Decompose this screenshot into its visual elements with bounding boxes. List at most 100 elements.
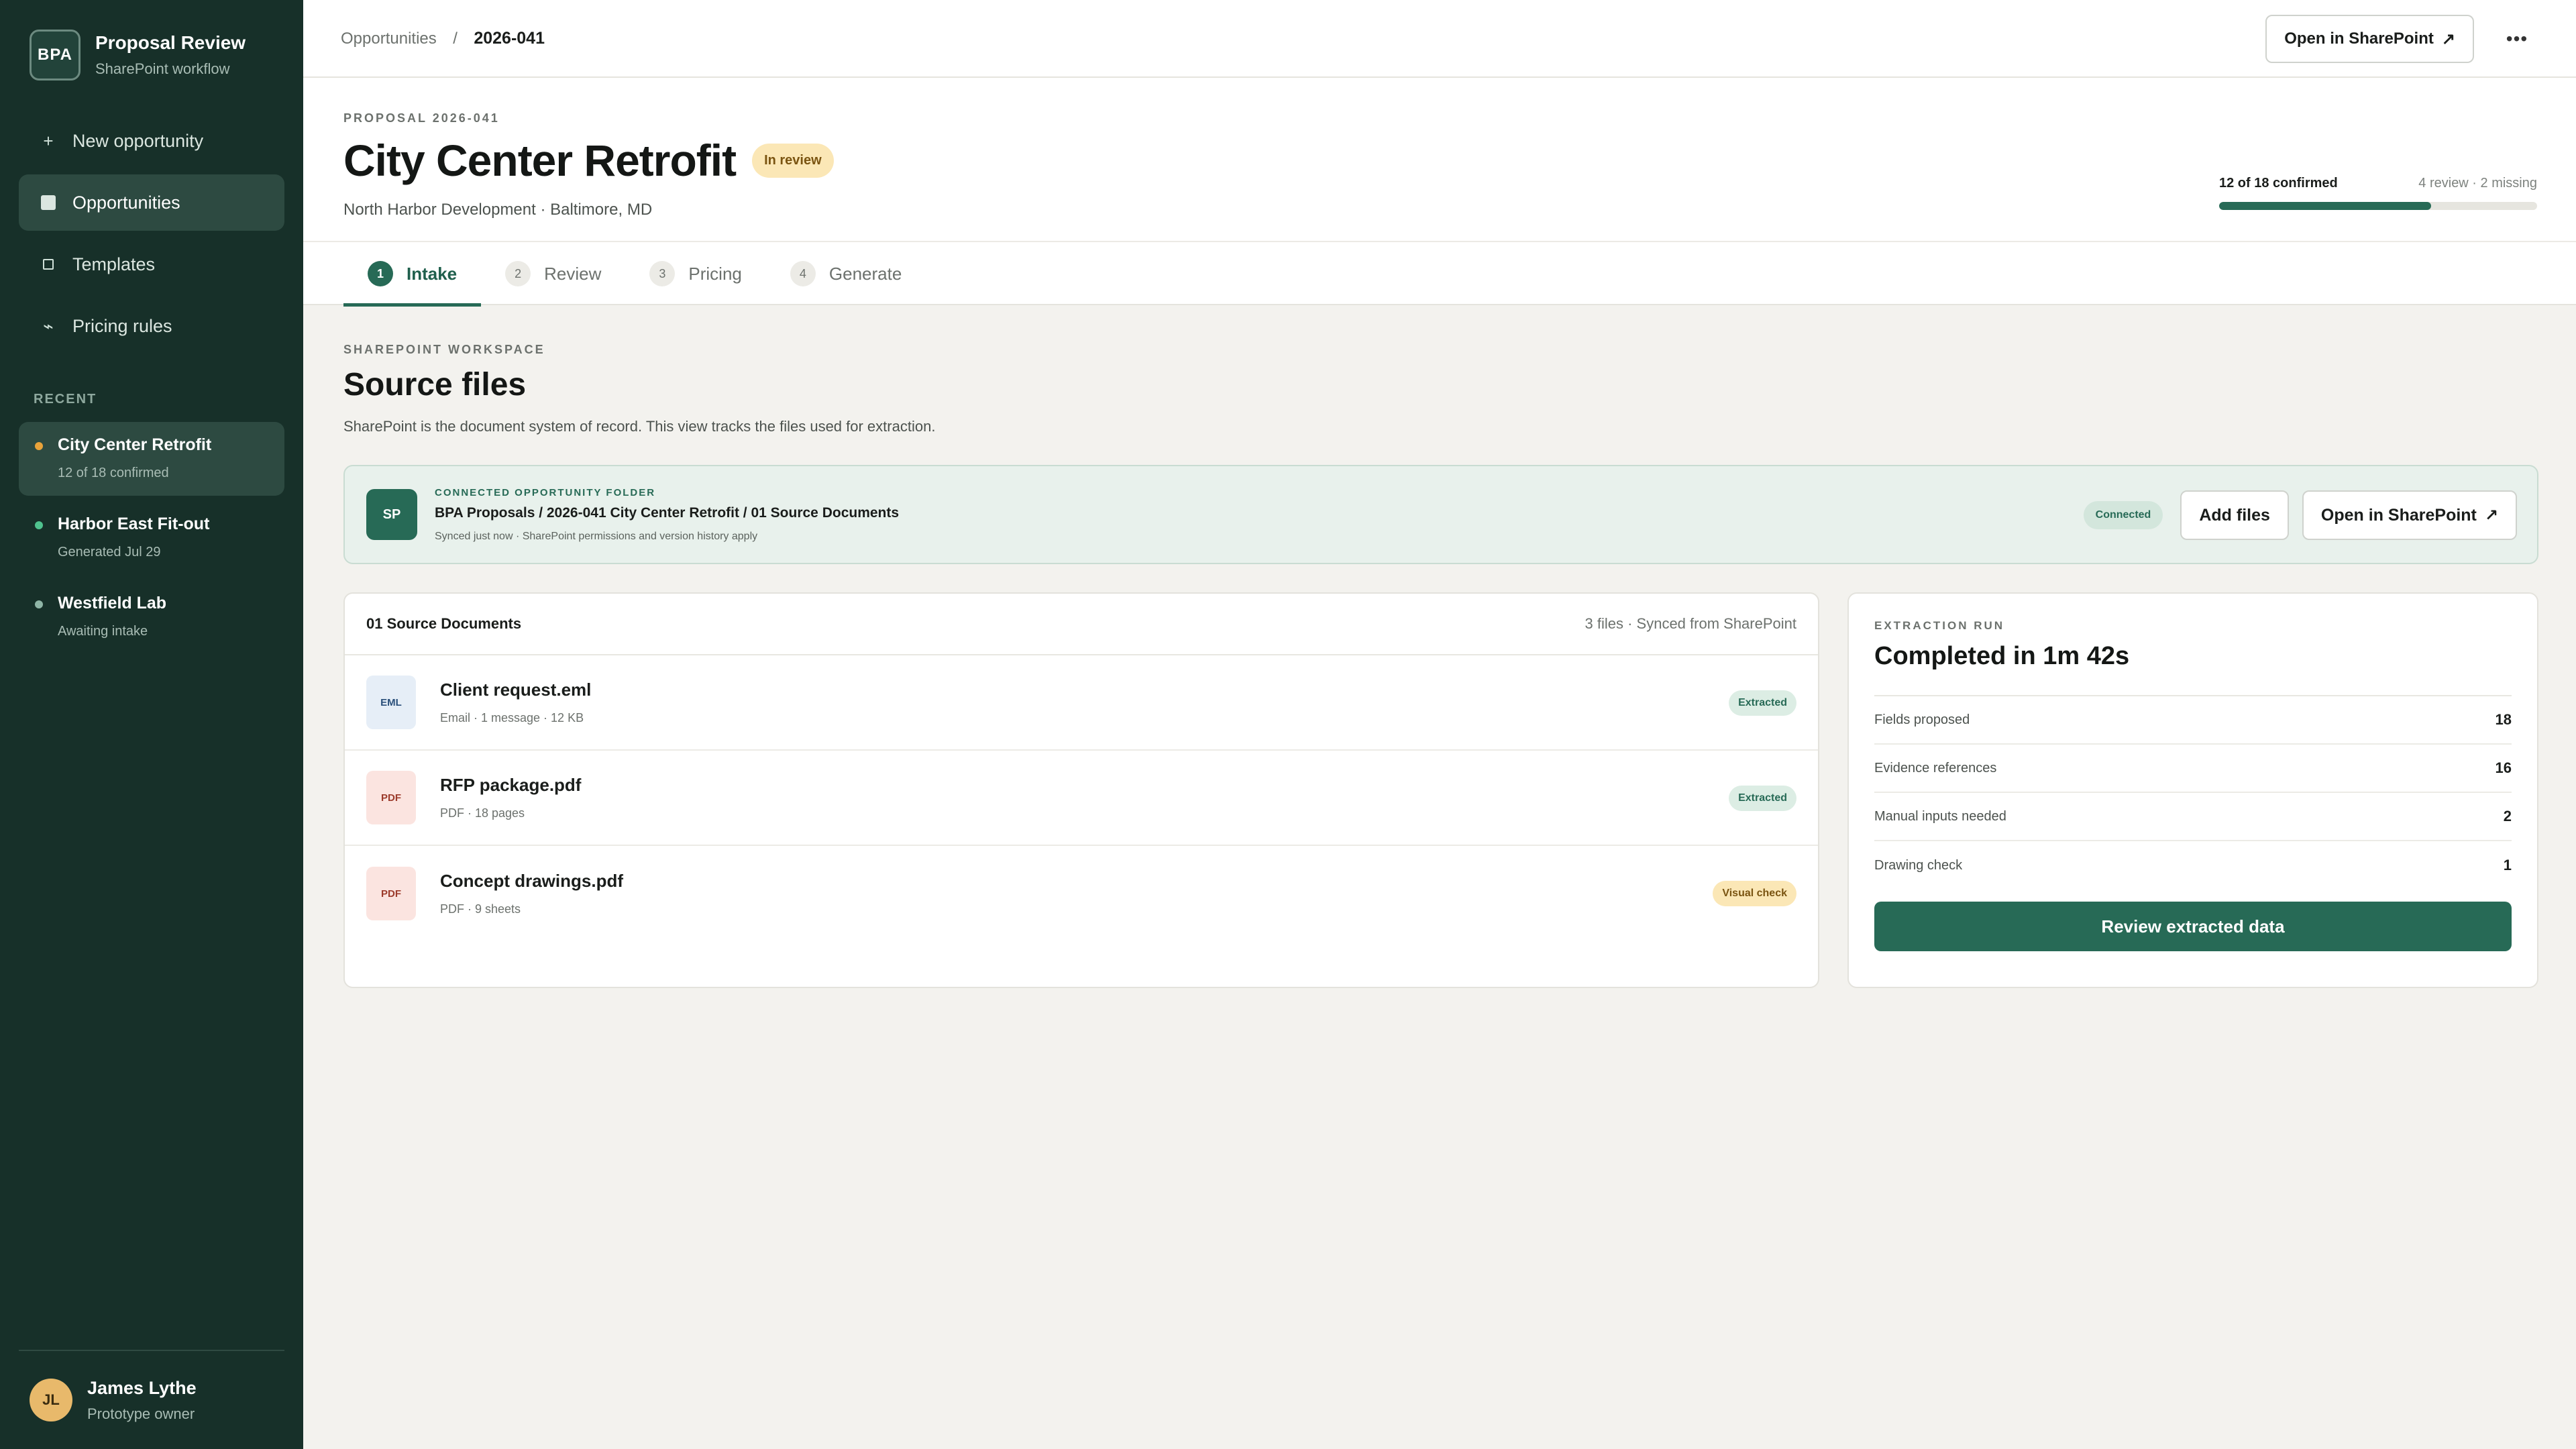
tab-label: Generate — [828, 263, 902, 284]
status-dot — [35, 442, 43, 450]
tab-generate[interactable]: 4 Generate — [766, 242, 926, 305]
section-title: Source files — [343, 367, 527, 402]
status-dot — [35, 600, 43, 608]
file-name: Concept drawings.pdf — [440, 871, 623, 891]
tab-label: Review — [544, 263, 602, 284]
file-row-client-request[interactable]: EML Client request.eml Email · 1 message… — [345, 655, 1818, 751]
progress-bar-fill — [2219, 202, 2431, 210]
run-title: Completed in 1m 42s — [1874, 642, 2130, 670]
run-stat-row: Manual inputs needed 2 — [1874, 793, 2512, 841]
sidebar-item-templates[interactable]: Templates — [19, 236, 284, 292]
tab-label: Pricing — [688, 263, 742, 284]
external-link-icon: ↗ — [2484, 506, 2498, 525]
plus-icon: + — [43, 130, 54, 151]
extraction-run-card: EXTRACTION RUN Completed in 1m 42s Field… — [1847, 592, 2538, 988]
run-stat-row: Fields proposed 18 — [1874, 696, 2512, 745]
user-name: James Lythe — [87, 1377, 197, 1398]
user-profile[interactable]: JL James Lythe Prototype owner — [19, 1350, 284, 1449]
file-row-rfp-package[interactable]: PDF RFP package.pdf PDF · 18 pages Extra… — [345, 751, 1818, 846]
stat-label: Fields proposed — [1874, 712, 1970, 727]
stat-value: 16 — [2495, 759, 2512, 776]
progress-bar — [2219, 202, 2537, 210]
file-meta: PDF · 9 sheets — [440, 902, 521, 916]
add-files-button[interactable]: Add files — [2180, 490, 2289, 540]
recent-item-subtitle: 12 of 18 confirmed — [58, 466, 169, 480]
button-label: Open in SharePoint — [2284, 30, 2434, 48]
brand-logo: BPA — [30, 30, 80, 80]
file-meta: PDF · 18 pages — [440, 806, 525, 820]
folder-sync-status: Synced just now · SharePoint permissions… — [435, 530, 758, 542]
app: BPA Proposal Review SharePoint workflow … — [0, 0, 2576, 1449]
recent-item-harbor-east-fit-out[interactable]: Harbor East Fit-out Generated Jul 29 — [19, 501, 284, 575]
file-status-badge: Visual check — [1713, 881, 1796, 906]
pdf-file-icon: PDF — [366, 867, 416, 920]
page-title: City Center Retrofit — [343, 136, 737, 185]
sidebar-item-opportunities[interactable]: Opportunities — [19, 174, 284, 231]
review-extracted-data-button[interactable]: Review extracted data — [1874, 902, 2512, 951]
main-content: Opportunities / 2026-041 Open in SharePo… — [303, 0, 2576, 1449]
connected-badge: Connected — [2083, 501, 2163, 529]
breadcrumb-current: 2026-041 — [474, 28, 545, 48]
breadcrumb: Opportunities / 2026-041 — [341, 29, 545, 48]
email-file-icon: EML — [366, 676, 416, 729]
recent-item-title: City Center Retrofit — [58, 435, 212, 454]
sidebar-item-pricing-rules[interactable]: ⌁ Pricing rules — [19, 298, 284, 354]
tab-pricing[interactable]: 3 Pricing — [625, 242, 765, 305]
avatar: JL — [30, 1379, 72, 1421]
more-options-icon[interactable]: ••• — [2493, 15, 2541, 63]
proposal-header: PROPOSAL 2026-041 City Center Retrofit I… — [303, 78, 2576, 241]
button-label: Open in SharePoint — [2320, 505, 2477, 525]
folder-eyebrow: CONNECTED OPPORTUNITY FOLDER — [435, 486, 656, 498]
tab-review[interactable]: 2 Review — [481, 242, 625, 305]
opportunities-icon — [36, 195, 60, 210]
templates-icon — [36, 259, 60, 270]
connected-folder-panel: SP CONNECTED OPPORTUNITY FOLDER BPA Prop… — [343, 465, 2538, 564]
intake-content: SHAREPOINT WORKSPACE Source files ShareP… — [303, 305, 2576, 988]
brand-title: Proposal Review — [95, 32, 246, 53]
topbar: Opportunities / 2026-041 Open in SharePo… — [303, 0, 2576, 78]
tab-intake[interactable]: 1 Intake — [343, 242, 482, 307]
proposal-eyebrow: PROPOSAL 2026-041 — [343, 111, 500, 125]
new-opportunity-label: New opportunity — [72, 130, 204, 151]
recent-item-subtitle: Awaiting intake — [58, 624, 148, 639]
folder-path: BPA Proposals / 2026-041 City Center Ret… — [435, 504, 900, 521]
source-documents-card: 01 Source Documents 3 files · Synced fro… — [343, 592, 1819, 988]
external-link-icon: ↗ — [2441, 30, 2455, 48]
open-folder-in-sharepoint-button[interactable]: Open in SharePoint ↗ — [2302, 490, 2517, 540]
sidebar-nav: + New opportunity Opportunities Template… — [0, 113, 303, 354]
progress-label: 12 of 18 confirmed — [2219, 176, 2338, 191]
step-number: 4 — [790, 261, 816, 286]
recent-item-city-center-retrofit[interactable]: City Center Retrofit 12 of 18 confirmed — [19, 422, 284, 496]
breadcrumb-separator: / — [453, 29, 458, 48]
recent-item-title: Westfield Lab — [58, 594, 167, 612]
file-row-concept-drawings[interactable]: PDF Concept drawings.pdf PDF · 9 sheets … — [345, 846, 1818, 941]
file-name: Client request.eml — [440, 680, 592, 700]
run-eyebrow: EXTRACTION RUN — [1874, 619, 2005, 632]
stat-label: Drawing check — [1874, 857, 1963, 873]
user-role: Prototype owner — [87, 1405, 195, 1422]
recent-list: City Center Retrofit 12 of 18 confirmed … — [0, 422, 303, 654]
step-number: 1 — [368, 261, 393, 286]
step-number: 3 — [649, 261, 676, 286]
new-opportunity-button[interactable]: + New opportunity — [19, 113, 284, 169]
stat-label: Manual inputs needed — [1874, 808, 2006, 824]
run-stats: Fields proposed 18 Evidence references 1… — [1874, 695, 2512, 890]
stat-value: 1 — [2503, 857, 2512, 873]
run-stat-row: Drawing check 1 — [1874, 841, 2512, 890]
sidebar-item-label: Templates — [72, 254, 156, 274]
sidebar-item-label: Opportunities — [72, 192, 180, 213]
confirmation-progress: 12 of 18 confirmed 4 review · 2 missing — [2219, 176, 2537, 210]
pricing-rules-icon: ⌁ — [43, 315, 54, 336]
files-card-title: 01 Source Documents — [366, 615, 522, 632]
stat-label: Evidence references — [1874, 760, 1997, 775]
status-badge: In review — [752, 143, 834, 178]
brand: BPA Proposal Review SharePoint workflow — [0, 0, 303, 80]
breadcrumb-opportunities[interactable]: Opportunities — [341, 30, 437, 48]
recent-item-westfield-lab[interactable]: Westfield Lab Awaiting intake — [19, 580, 284, 654]
file-meta: Email · 1 message · 12 KB — [440, 711, 584, 724]
recent-item-subtitle: Generated Jul 29 — [58, 545, 161, 559]
progress-detail: 4 review · 2 missing — [2418, 176, 2537, 191]
open-in-sharepoint-button[interactable]: Open in SharePoint ↗ — [2265, 15, 2474, 63]
file-status-badge: Extracted — [1729, 690, 1796, 716]
sidebar: BPA Proposal Review SharePoint workflow … — [0, 0, 303, 1449]
